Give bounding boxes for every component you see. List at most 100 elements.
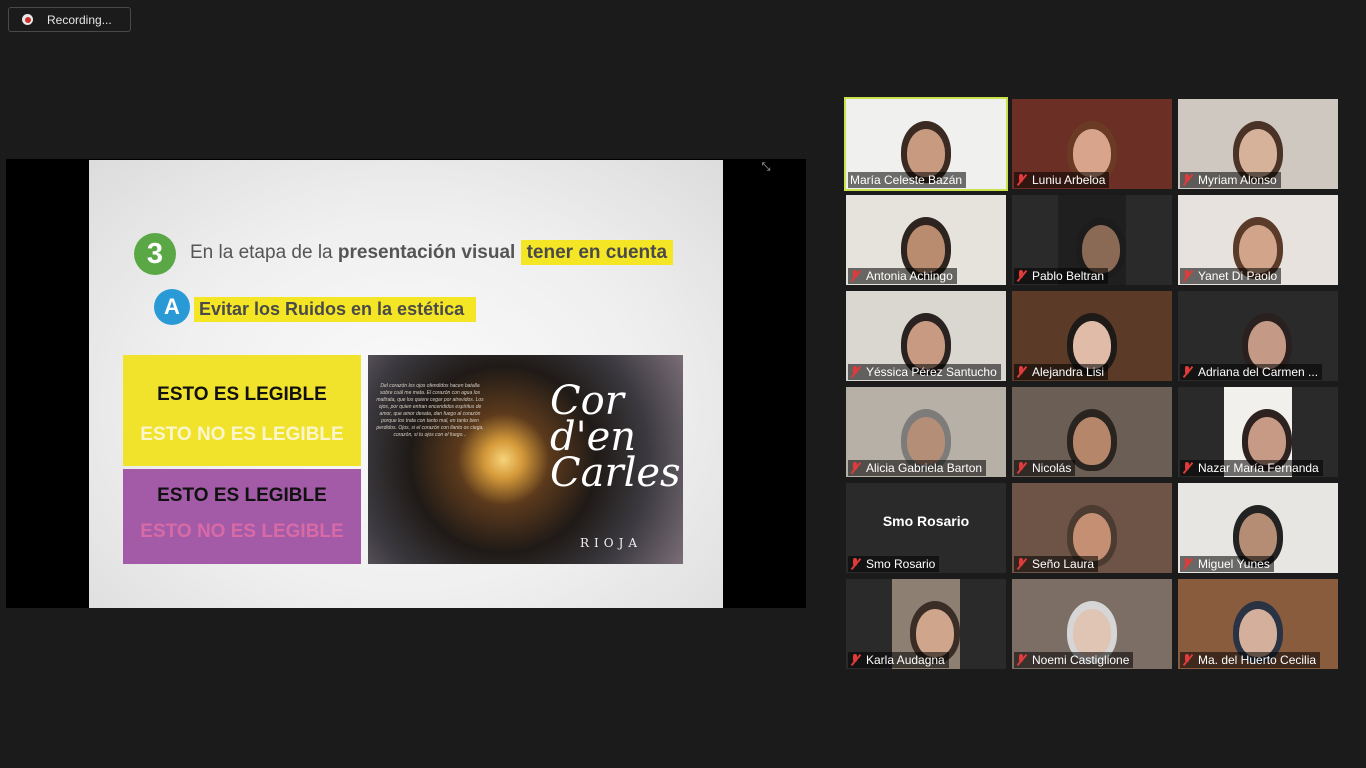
participant-name-label: Yéssica Pérez Santucho [848,364,1001,380]
participant-name-label: Nazar María Fernanda [1180,460,1323,476]
participant-name-label: Yanet Di Paolo [1180,268,1282,284]
participant-name: Alejandra Lisi [1032,365,1105,379]
participant-face [916,609,954,657]
participant-face [1073,513,1111,561]
muted-mic-icon [1016,270,1026,282]
participant-name: María Celeste Bazán [850,173,963,187]
wine-logo-line1: Cor d'en [550,378,637,460]
participant-tile[interactable]: Yanet Di Paolo [1178,195,1338,285]
participant-name-label: Ma. del Huerto Cecilia [1180,652,1321,668]
participant-tile[interactable]: Nicolás [1012,387,1172,477]
slide-title: En la etapa de la presentación visual te… [190,240,674,265]
wine-logo: Cor d'en Carles [550,378,683,496]
muted-mic-icon [850,366,860,378]
participant-tile[interactable]: Miguel Yunes [1178,483,1338,573]
participant-name: Antonia Achingo [866,269,953,283]
participant-face [1248,417,1286,465]
wine-logo-line2: Carles [550,450,681,496]
participant-face [907,321,945,369]
participant-tile[interactable]: Smo Rosario Smo Rosario [846,483,1006,573]
muted-mic-icon [850,462,860,474]
participant-tile[interactable]: Pablo Beltran [1012,195,1172,285]
participant-face [1239,225,1277,273]
slide-title-prefix: En la etapa de la [190,242,338,263]
participant-face [1248,321,1286,369]
participant-face [1073,417,1111,465]
purple-legible-text: ESTO ES LEGIBLE [157,485,327,506]
participant-tile[interactable]: Adriana del Carmen ... [1178,291,1338,381]
participant-face [1082,225,1120,273]
participant-name: Adriana del Carmen ... [1198,365,1319,379]
muted-mic-icon [1016,462,1026,474]
wine-label-photo: Del corazón los ojos ofendidos hacen bat… [368,355,683,564]
participant-name: Yanet Di Paolo [1198,269,1278,283]
participant-name: Luniu Arbeloa [1032,173,1106,187]
wine-brand: RIOJA [580,536,643,550]
participant-name: Seño Laura [1032,557,1095,571]
participant-tile[interactable]: María Celeste Bazán [844,97,1008,191]
participant-name-label: Adriana del Carmen ... [1180,364,1323,380]
purple-legibility-box: ESTO ES LEGIBLE ESTO NO ES LEGIBLE [123,469,361,564]
muted-mic-icon [850,270,860,282]
participant-tile[interactable]: Noemi Castiglione [1012,579,1172,669]
purple-not-legible-text: ESTO NO ES LEGIBLE [140,521,344,542]
presentation-slide: 3 En la etapa de la presentación visual … [89,160,723,608]
participant-face [907,417,945,465]
yellow-legible-text: ESTO ES LEGIBLE [157,384,327,405]
recording-indicator[interactable]: Recording... [8,7,131,32]
participant-face [1073,129,1111,177]
participant-tile[interactable]: Karla Audagna [846,579,1006,669]
muted-mic-icon [1016,558,1026,570]
participant-name-label: Myriam Alonso [1180,172,1281,188]
participant-name-label: Alejandra Lisi [1014,364,1109,380]
participant-name-label: Karla Audagna [848,652,949,668]
participant-tile[interactable]: Antonia Achingo [846,195,1006,285]
participant-face [1073,321,1111,369]
participant-tile[interactable]: Ma. del Huerto Cecilia [1178,579,1338,669]
participant-name-label: Nicolás [1014,460,1076,476]
muted-mic-icon [1016,174,1026,186]
slide-title-bold: presentación visual [337,242,516,263]
muted-mic-icon [850,654,860,666]
participant-name: Yéssica Pérez Santucho [866,365,997,379]
participant-tile[interactable]: Nazar María Fernanda [1178,387,1338,477]
yellow-not-legible-text: ESTO NO ES LEGIBLE [140,424,344,445]
participant-tile[interactable]: Seño Laura [1012,483,1172,573]
muted-mic-icon [1016,366,1026,378]
participant-name-label: María Celeste Bazán [848,172,967,188]
muted-mic-icon [850,558,860,570]
exit-fullscreen-icon[interactable]: ⤡ [760,161,772,173]
participant-face [907,225,945,273]
participant-name-label: Seño Laura [1014,556,1099,572]
participant-name-label: Smo Rosario [848,556,940,572]
slide-title-highlight: tener en cuenta [520,240,674,265]
participant-name-label: Antonia Achingo [848,268,957,284]
participant-name-label: Noemi Castiglione [1014,652,1134,668]
participant-name: Ma. del Huerto Cecilia [1198,653,1317,667]
participant-tile[interactable]: Alejandra Lisi [1012,291,1172,381]
muted-mic-icon [1182,270,1192,282]
participant-tile[interactable]: Luniu Arbeloa [1012,99,1172,189]
participant-display-name: Smo Rosario [882,513,970,529]
participant-name-label: Pablo Beltran [1014,268,1109,284]
muted-mic-icon [1182,366,1192,378]
step-number-badge: 3 [134,233,176,275]
substep-letter-badge: A [154,289,190,325]
substep-text: Evitar los Ruidos en la estética [194,297,477,322]
participant-name: Nazar María Fernanda [1198,461,1319,475]
participant-name: Karla Audagna [866,653,945,667]
yellow-legibility-box: ESTO ES LEGIBLE ESTO NO ES LEGIBLE [123,355,361,466]
participant-face [1239,513,1277,561]
record-icon [22,14,33,25]
participant-tile[interactable]: Myriam Alonso [1178,99,1338,189]
muted-mic-icon [1016,654,1026,666]
participant-face [907,129,945,177]
participant-tile[interactable]: Yéssica Pérez Santucho [846,291,1006,381]
participant-name: Nicolás [1032,461,1072,475]
muted-mic-icon [1182,462,1192,474]
participant-tile[interactable]: Alicia Gabriela Barton [846,387,1006,477]
muted-mic-icon [1182,174,1192,186]
participant-face [1073,609,1111,657]
participant-name: Smo Rosario [866,557,936,571]
recording-label: Recording... [47,12,112,27]
